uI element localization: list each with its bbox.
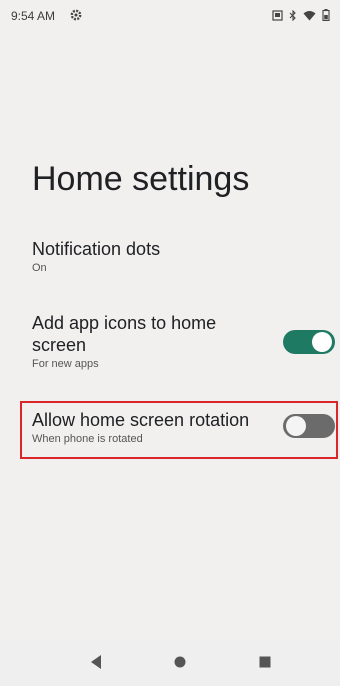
setting-allow-rotation[interactable]: Allow home screen rotation When phone is…: [32, 409, 282, 445]
toggle-knob: [286, 416, 306, 436]
add-app-icons-toggle[interactable]: [283, 330, 335, 354]
gear-icon: [70, 9, 82, 21]
page-title: Home settings: [32, 160, 250, 198]
cast-icon: [272, 8, 283, 26]
battery-icon: [322, 8, 330, 26]
setting-title: Add app icons to home screen: [32, 313, 217, 355]
home-icon[interactable]: [174, 656, 186, 668]
setting-title: Allow home screen rotation: [32, 410, 250, 430]
recents-icon[interactable]: [259, 656, 271, 668]
setting-add-app-icons[interactable]: Add app icons to home screen For new app…: [32, 312, 252, 370]
status-icons: [272, 8, 330, 26]
toggle-knob: [312, 332, 332, 352]
setting-subtitle: When phone is rotated: [32, 433, 143, 445]
setting-title: Notification dots: [32, 239, 161, 259]
bluetooth-icon: [289, 8, 297, 26]
back-icon[interactable]: [89, 654, 103, 670]
navigation-bar: [0, 640, 340, 686]
setting-subtitle: For new apps: [32, 358, 99, 370]
setting-notification-dots[interactable]: Notification dots On: [32, 238, 302, 274]
status-bar: 9:54 AM: [0, 0, 340, 30]
wifi-icon: [303, 8, 316, 26]
setting-subtitle: On: [32, 262, 47, 274]
allow-rotation-toggle[interactable]: [283, 414, 335, 438]
status-time: 9:54 AM: [11, 9, 56, 23]
